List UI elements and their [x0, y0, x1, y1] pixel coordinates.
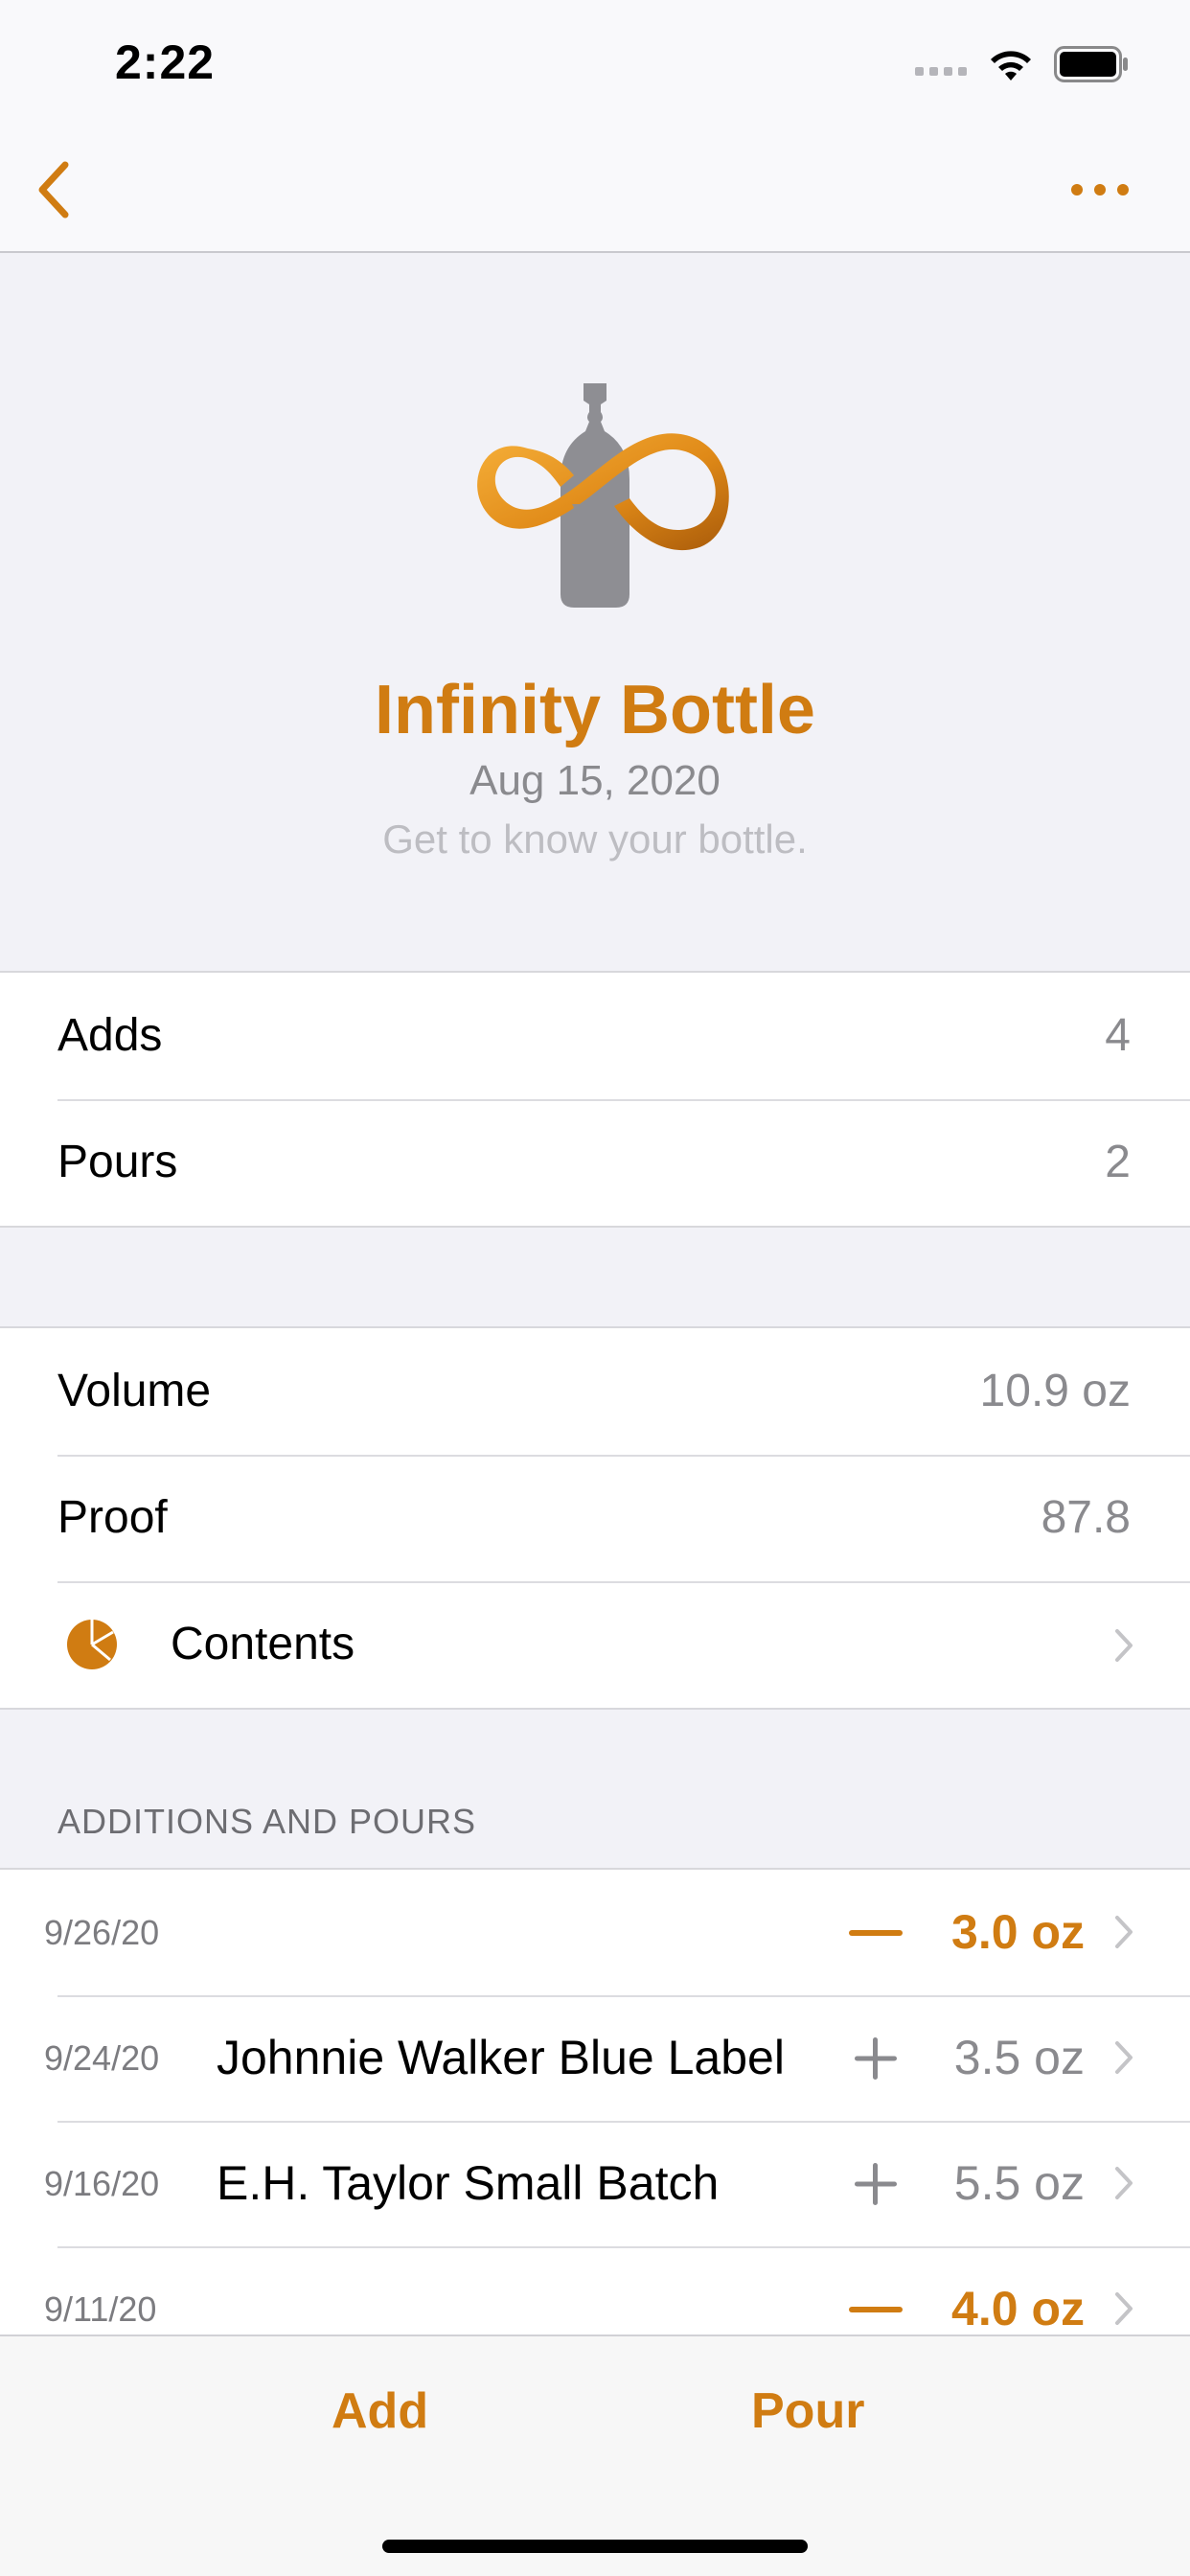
history-date: 9/16/20: [44, 2164, 160, 2203]
adds-count: 4: [1105, 1010, 1131, 1061]
status-bar: 2:22: [0, 0, 1190, 126]
proof-label: Proof: [57, 1492, 168, 1543]
history-date: 9/26/20: [44, 1913, 160, 1952]
minus-icon: [849, 1930, 903, 1936]
details-group: Volume 10.9 oz Proof 87.8 Contents: [0, 1326, 1190, 1710]
bottle-title: Infinity Bottle: [375, 672, 815, 748]
plus-icon: [855, 2037, 897, 2080]
plus-icon: [855, 2163, 897, 2205]
pours-label: Pours: [57, 1137, 178, 1187]
bottle-subtitle: Get to know your bottle.: [382, 816, 808, 862]
pours-row: Pours 2: [0, 1099, 1190, 1226]
cellular-signal-icon: [915, 67, 967, 76]
chevron-right-icon: [1115, 1629, 1133, 1662]
chevron-right-icon: [1115, 2292, 1133, 2325]
contents-row[interactable]: Contents: [0, 1581, 1190, 1708]
history-name: Johnnie Walker Blue Label: [217, 2031, 785, 2084]
adds-label: Adds: [57, 1010, 163, 1061]
history-amount: 3.0 oz: [951, 1905, 1085, 1959]
history-name: E.H. Taylor Small Batch: [217, 2156, 720, 2210]
wifi-icon: [991, 51, 1031, 80]
history-row[interactable]: 9/26/20 3.0 oz: [0, 1870, 1190, 1995]
home-indicator[interactable]: [382, 2540, 808, 2553]
back-chevron-icon[interactable]: [34, 159, 73, 220]
pour-button[interactable]: Pour: [751, 2382, 864, 2440]
pours-count: 2: [1105, 1137, 1131, 1187]
history-amount: 3.5 oz: [953, 2031, 1085, 2084]
history-row[interactable]: 9/24/20 Johnnie Walker Blue Label 3.5 oz: [0, 1995, 1190, 2121]
history-amount: 5.5 oz: [953, 2156, 1085, 2210]
navigation-bar: [0, 126, 1190, 253]
more-options-icon[interactable]: [1069, 180, 1131, 199]
infinity-bottle-logo: [477, 383, 729, 608]
volume-row: Volume 10.9 oz: [0, 1328, 1190, 1455]
proof-value: 87.8: [1041, 1492, 1131, 1543]
status-time: 2:22: [115, 35, 216, 89]
chevron-right-icon: [1115, 1916, 1133, 1948]
volume-label: Volume: [57, 1366, 212, 1416]
history-date: 9/24/20: [44, 2038, 160, 2078]
battery-icon: [1054, 46, 1128, 82]
section-header-additions-and-pours: ADDITIONS AND POURS: [57, 1802, 477, 1841]
add-button[interactable]: Add: [332, 2382, 428, 2440]
history-row[interactable]: 9/16/20 E.H. Taylor Small Batch 5.5 oz: [0, 2121, 1190, 2246]
chevron-right-icon: [1115, 2041, 1133, 2074]
pie-chart-icon: [67, 1620, 117, 1669]
volume-value: 10.9 oz: [979, 1366, 1131, 1416]
bottle-date: Aug 15, 2020: [469, 757, 721, 804]
minus-icon: [849, 2307, 903, 2312]
history-list: 9/26/20 3.0 oz 9/24/20 Johnnie Walker Bl…: [0, 1868, 1190, 2372]
adds-row: Adds 4: [0, 973, 1190, 1099]
contents-label: Contents: [171, 1619, 355, 1669]
counts-group: Adds 4 Pours 2: [0, 971, 1190, 1228]
chevron-right-icon: [1115, 2167, 1133, 2199]
proof-row: Proof 87.8: [0, 1455, 1190, 1581]
